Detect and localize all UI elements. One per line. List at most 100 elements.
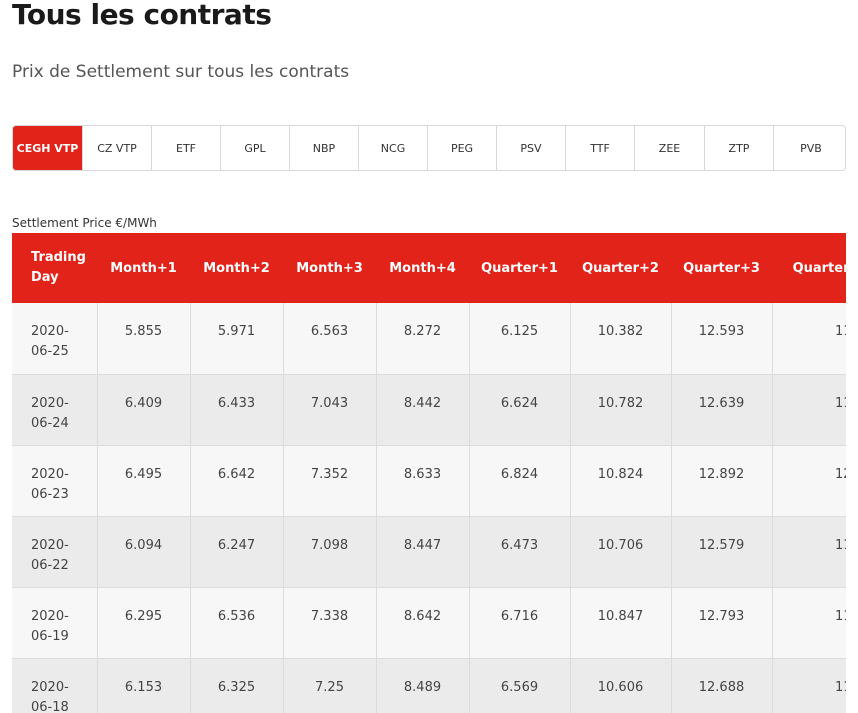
table-header-row: Trading Day Month+1 Month+2 Month+3 Month+4 Q… (12, 233, 846, 303)
table-row: 2020- 06-19 6.295 6.536 7.338 8.642 6.716 10.84… (12, 587, 846, 659)
price-cell: 11.694 (772, 303, 846, 375)
trading-day-month-day: 06-22 (31, 557, 69, 573)
settlement-price-table: Trading Day Month+1 Month+2 Month+3 Month+4 Q… (12, 233, 846, 713)
price-cell: 6.125 (469, 303, 571, 375)
tab-ncg[interactable]: NCG (359, 126, 428, 170)
price-cell: 6.495 (97, 445, 191, 517)
price-cell: 10.382 (570, 303, 672, 375)
price-cell: 10.782 (570, 374, 672, 446)
price-cell: 12.061 (772, 445, 846, 517)
column-header-quarter-3: Quarter+3 (683, 260, 760, 276)
price-cell: 10.847 (570, 587, 672, 659)
table-unit-label: Settlement Price €/MWh (12, 216, 157, 230)
price-cell: 11.789 (772, 374, 846, 446)
price-cell: 8.447 (376, 516, 470, 588)
tab-nbp[interactable]: NBP (290, 126, 359, 170)
settlement-table-container[interactable]: Trading Day Month+1 Month+2 Month+3 Month+4 Q… (12, 233, 846, 713)
table-row: 2020- 06-23 6.495 6.642 7.352 8.633 6.824 10.82… (12, 445, 846, 517)
price-cell: 8.489 (376, 658, 470, 713)
trading-day-month-day: 06-25 (31, 344, 69, 359)
trading-day-year: 2020- (31, 537, 69, 553)
column-header-month-2: Month+2 (203, 260, 270, 276)
price-cell: 6.094 (97, 516, 191, 588)
price-cell: 8.272 (376, 303, 470, 375)
tab-psv[interactable]: PSV (497, 126, 566, 170)
trading-day-year: 2020- (31, 679, 69, 695)
page: Tous les contrats Prix de Settlement sur… (0, 0, 858, 713)
column-header-quarter-2: Quarter+2 (582, 260, 659, 276)
price-cell: 12.688 (671, 658, 773, 713)
price-cell: 7.043 (283, 374, 377, 446)
price-cell: 7.352 (283, 445, 377, 517)
page-subtitle: Prix de Settlement sur tous les contrats (12, 62, 350, 82)
trading-day-cell: 2020- 06-19 (12, 587, 98, 659)
tab-zee[interactable]: ZEE (635, 126, 705, 170)
contract-tabs: CEGH VTP CZ VTP ETF GPL NBP NCG PEG PSV TTF ZEE ZT… (12, 125, 846, 171)
column-header-trading-day: Trading Day (31, 250, 86, 285)
trading-day-year: 2020- (31, 466, 69, 482)
price-cell: 12.639 (671, 374, 773, 446)
column-header-quarter-1: Quarter+1 (481, 260, 558, 276)
tab-gpl[interactable]: GPL (221, 126, 290, 170)
price-cell: 10.606 (570, 658, 672, 713)
trading-day-cell: 2020- 06-24 (12, 374, 98, 446)
price-cell: 6.325 (190, 658, 284, 713)
tab-ztp[interactable]: ZTP (705, 126, 774, 170)
tab-peg[interactable]: PEG (428, 126, 497, 170)
table-body: 2020- 06-25 5.855 5.971 6.563 8.272 6.125 10.38… (12, 303, 846, 713)
price-cell: 6.153 (97, 658, 191, 713)
price-cell: 6.247 (190, 516, 284, 588)
price-cell: 10.824 (570, 445, 672, 517)
price-cell: 8.442 (376, 374, 470, 446)
trading-day-cell: 2020- 06-25 (12, 303, 98, 375)
column-header-month-4: Month+4 (389, 260, 456, 276)
trading-day-year: 2020- (31, 608, 69, 624)
price-cell: 12.793 (671, 587, 773, 659)
trading-day-year: 2020- (31, 324, 69, 339)
price-cell: 6.716 (469, 587, 571, 659)
price-cell: 12.579 (671, 516, 773, 588)
price-cell: 6.624 (469, 374, 571, 446)
column-header-month-3: Month+3 (296, 260, 363, 276)
price-cell: 7.25 (283, 658, 377, 713)
column-header-month-1: Month+1 (110, 260, 177, 276)
tab-cz-vtp[interactable]: CZ VTP (83, 126, 152, 170)
price-cell: 11.892 (772, 587, 846, 659)
trading-day-year: 2020- (31, 395, 69, 411)
price-cell: 6.409 (97, 374, 191, 446)
price-cell: 10.706 (570, 516, 672, 588)
price-cell: 12.892 (671, 445, 773, 517)
page-title: Tous les contrats (12, 0, 272, 31)
column-header-quarter-4: Quarter+4 (792, 260, 846, 276)
table-row: 2020- 06-22 6.094 6.247 7.098 8.447 6.473 10.70… (12, 516, 846, 588)
price-cell: 11.721 (772, 516, 846, 588)
price-cell: 6.824 (469, 445, 571, 517)
table-row: 2020- 06-18 6.153 6.325 7.25 8.489 6.569 10.606… (12, 658, 846, 713)
price-cell: 7.338 (283, 587, 377, 659)
price-cell: 8.642 (376, 587, 470, 659)
price-cell: 6.536 (190, 587, 284, 659)
table-row: 2020- 06-25 5.855 5.971 6.563 8.272 6.125 10.38… (12, 303, 846, 375)
price-cell: 8.633 (376, 445, 470, 517)
price-cell: 6.569 (469, 658, 571, 713)
tab-pvb[interactable]: PVB (774, 126, 845, 170)
price-cell: 5.855 (97, 303, 191, 375)
price-cell: 11.919 (772, 658, 846, 713)
tab-cegh-vtp[interactable]: CEGH VTP (13, 126, 83, 170)
price-cell: 6.295 (97, 587, 191, 659)
price-cell: 6.563 (283, 303, 377, 375)
trading-day-cell: 2020- 06-23 (12, 445, 98, 517)
trading-day-month-day: 06-23 (31, 486, 69, 502)
trading-day-month-day: 06-24 (31, 415, 69, 431)
price-cell: 6.473 (469, 516, 571, 588)
price-cell: 5.971 (190, 303, 284, 375)
price-cell: 6.433 (190, 374, 284, 446)
trading-day-cell: 2020- 06-18 (12, 658, 98, 713)
tab-etf[interactable]: ETF (152, 126, 221, 170)
tab-ttf[interactable]: TTF (566, 126, 635, 170)
table-row: 2020- 06-24 6.409 6.433 7.043 8.442 6.624 10.78… (12, 374, 846, 446)
trading-day-cell: 2020- 06-22 (12, 516, 98, 588)
trading-day-month-day: 06-18 (31, 699, 69, 713)
price-cell: 12.593 (671, 303, 773, 375)
trading-day-month-day: 06-19 (31, 628, 69, 644)
